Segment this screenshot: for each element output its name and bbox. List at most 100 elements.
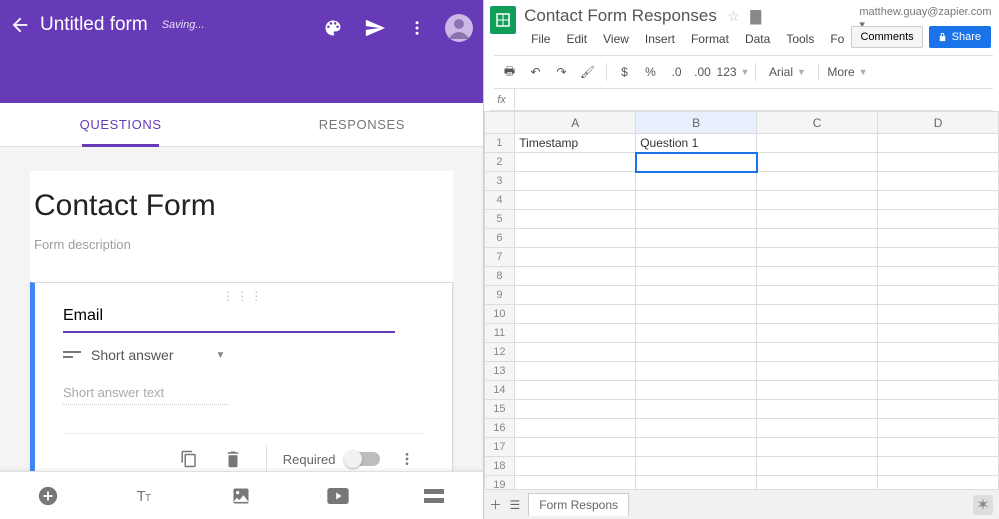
- add-image-icon[interactable]: [193, 472, 290, 519]
- tab-questions[interactable]: QUESTIONS: [0, 103, 241, 146]
- row-header-12[interactable]: 12: [484, 343, 515, 362]
- menu-edit[interactable]: Edit: [559, 29, 594, 49]
- corner-cell[interactable]: [484, 112, 515, 134]
- cell-C15[interactable]: [757, 400, 878, 419]
- form-title-card[interactable]: Contact Form Form description: [30, 171, 453, 270]
- cell-B5[interactable]: [636, 210, 757, 229]
- avatar[interactable]: [439, 8, 479, 48]
- cell-A3[interactable]: [515, 172, 636, 191]
- cell-C8[interactable]: [757, 267, 878, 286]
- row-header-6[interactable]: 6: [484, 229, 515, 248]
- spreadsheet-grid[interactable]: ABCD1TimestampQuestion 12345678910111213…: [484, 111, 999, 519]
- cell-B16[interactable]: [636, 419, 757, 438]
- menu-file[interactable]: File: [524, 29, 557, 49]
- cell-D10[interactable]: [878, 305, 999, 324]
- cell-D9[interactable]: [878, 286, 999, 305]
- cell-B17[interactable]: [636, 438, 757, 457]
- cell-A13[interactable]: [515, 362, 636, 381]
- cell-C1[interactable]: [757, 134, 878, 153]
- add-video-icon[interactable]: [290, 472, 387, 519]
- forms-title[interactable]: Untitled form: [40, 14, 148, 36]
- cell-A14[interactable]: [515, 381, 636, 400]
- column-header-A[interactable]: A: [515, 112, 636, 134]
- cell-A16[interactable]: [515, 419, 636, 438]
- cell-C14[interactable]: [757, 381, 878, 400]
- cell-B1[interactable]: Question 1: [636, 134, 757, 153]
- cell-B15[interactable]: [636, 400, 757, 419]
- form-description[interactable]: Form description: [34, 237, 449, 252]
- explore-icon[interactable]: ✶: [973, 495, 993, 515]
- dec-inc-button[interactable]: .0: [665, 61, 689, 83]
- cell-A7[interactable]: [515, 248, 636, 267]
- cell-A4[interactable]: [515, 191, 636, 210]
- cell-B4[interactable]: [636, 191, 757, 210]
- row-header-5[interactable]: 5: [484, 210, 515, 229]
- cell-C13[interactable]: [757, 362, 878, 381]
- tab-responses[interactable]: RESPONSES: [241, 103, 482, 146]
- column-header-D[interactable]: D: [878, 112, 999, 134]
- menu-data[interactable]: Data: [738, 29, 777, 49]
- star-icon[interactable]: ☆: [727, 8, 740, 24]
- cell-A9[interactable]: [515, 286, 636, 305]
- comments-button[interactable]: Comments: [851, 26, 922, 48]
- add-title-icon[interactable]: TT: [97, 472, 194, 519]
- required-toggle[interactable]: [346, 452, 380, 466]
- row-header-1[interactable]: 1: [484, 134, 515, 153]
- menu-format[interactable]: Format: [684, 29, 736, 49]
- cell-C2[interactable]: [757, 153, 878, 172]
- font-select[interactable]: Arial▼: [762, 61, 812, 83]
- cell-C10[interactable]: [757, 305, 878, 324]
- cell-A5[interactable]: [515, 210, 636, 229]
- row-header-17[interactable]: 17: [484, 438, 515, 457]
- cell-D14[interactable]: [878, 381, 999, 400]
- sheets-logo-icon[interactable]: [490, 6, 517, 34]
- cell-D13[interactable]: [878, 362, 999, 381]
- question-card[interactable]: ⋮⋮⋮ Short answer ▼ Short answer text ➤ R…: [30, 282, 453, 487]
- row-header-13[interactable]: 13: [484, 362, 515, 381]
- currency-button[interactable]: $: [613, 61, 637, 83]
- cell-B9[interactable]: [636, 286, 757, 305]
- paint-format-icon[interactable]: 🖌: [576, 61, 600, 83]
- add-question-icon[interactable]: [0, 472, 97, 519]
- cell-C6[interactable]: [757, 229, 878, 248]
- cell-D4[interactable]: [878, 191, 999, 210]
- cell-B6[interactable]: [636, 229, 757, 248]
- cell-A10[interactable]: [515, 305, 636, 324]
- print-icon[interactable]: 🖶: [498, 61, 522, 83]
- cell-D1[interactable]: [878, 134, 999, 153]
- row-header-9[interactable]: 9: [484, 286, 515, 305]
- menu-view[interactable]: View: [596, 29, 636, 49]
- share-button[interactable]: Share: [929, 26, 991, 48]
- cell-A18[interactable]: [515, 457, 636, 476]
- row-header-18[interactable]: 18: [484, 457, 515, 476]
- cell-C9[interactable]: [757, 286, 878, 305]
- row-header-7[interactable]: 7: [484, 248, 515, 267]
- drag-handle-icon[interactable]: ⋮⋮⋮: [222, 289, 264, 303]
- percent-button[interactable]: %: [639, 61, 663, 83]
- cell-A8[interactable]: [515, 267, 636, 286]
- row-header-15[interactable]: 15: [484, 400, 515, 419]
- question-title-input[interactable]: [63, 303, 395, 333]
- cell-C16[interactable]: [757, 419, 878, 438]
- cell-B14[interactable]: [636, 381, 757, 400]
- menu-insert[interactable]: Insert: [638, 29, 682, 49]
- cell-C18[interactable]: [757, 457, 878, 476]
- cell-C7[interactable]: [757, 248, 878, 267]
- cell-B12[interactable]: [636, 343, 757, 362]
- cell-B11[interactable]: [636, 324, 757, 343]
- folder-icon[interactable]: ▇: [750, 8, 761, 24]
- palette-icon[interactable]: [313, 8, 353, 48]
- dec-dec-button[interactable]: .00: [691, 61, 715, 83]
- send-icon[interactable]: [355, 8, 395, 48]
- cell-D8[interactable]: [878, 267, 999, 286]
- cell-C5[interactable]: [757, 210, 878, 229]
- menu-tools[interactable]: Tools: [779, 29, 821, 49]
- row-header-10[interactable]: 10: [484, 305, 515, 324]
- cell-C12[interactable]: [757, 343, 878, 362]
- cell-D15[interactable]: [878, 400, 999, 419]
- cell-A17[interactable]: [515, 438, 636, 457]
- row-header-8[interactable]: 8: [484, 267, 515, 286]
- cell-C11[interactable]: [757, 324, 878, 343]
- row-header-11[interactable]: 11: [484, 324, 515, 343]
- column-header-C[interactable]: C: [757, 112, 878, 134]
